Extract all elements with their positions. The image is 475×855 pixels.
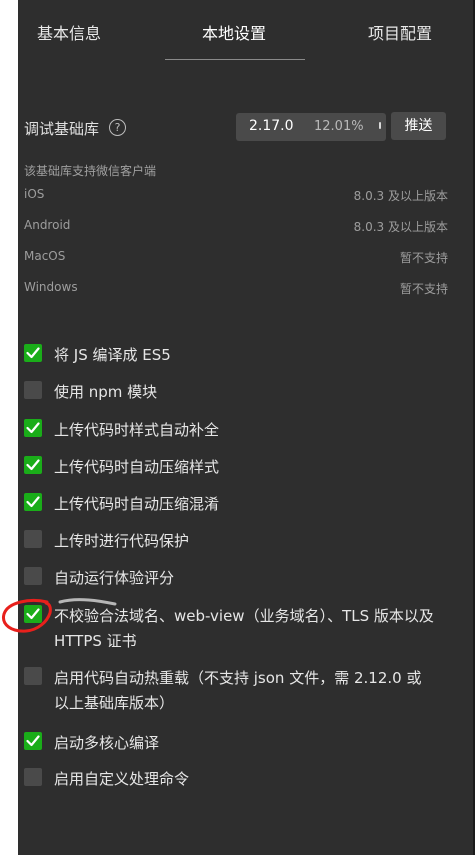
option-label: 上传时进行代码保护 — [54, 532, 190, 550]
option-label: 启用代码自动热重载（不支持 json 文件，需 2.12.0 或以上基础库版本） — [54, 669, 422, 712]
push-button[interactable]: 推送 — [391, 112, 446, 140]
checkbox[interactable] — [24, 768, 42, 786]
platform-version: 暂不支持 — [399, 282, 448, 296]
sdk-version-percent: 12.01% — [314, 119, 364, 134]
platform-row-ios: iOS 8.0.3 及以上版本 — [24, 187, 448, 207]
option-label: 上传代码时样式自动补全 — [54, 421, 220, 439]
checkbox[interactable] — [24, 732, 42, 750]
check-icon — [26, 347, 40, 359]
sdk-version-label: 调试基础库 — [24, 120, 100, 138]
checkbox[interactable] — [24, 667, 42, 685]
platform-name: Windows — [24, 280, 78, 294]
platform-version: 暂不支持 — [399, 251, 448, 265]
option-label: 上传代码时自动压缩混淆 — [54, 495, 220, 513]
dropdown-caret-icon — [379, 122, 381, 129]
checkbox[interactable] — [24, 493, 42, 511]
platform-version: 8.0.3 及以上版本 — [353, 220, 448, 234]
checkbox[interactable] — [24, 419, 42, 437]
check-icon — [26, 735, 40, 747]
checkbox[interactable] — [24, 530, 42, 548]
sdk-version-select[interactable]: 2.17.0 12.01% — [236, 113, 386, 141]
platform-name: iOS — [24, 187, 45, 201]
checkbox[interactable] — [24, 456, 42, 474]
platform-row-windows: Windows 暂不支持 — [24, 280, 448, 300]
sdk-version-value: 2.17.0 — [249, 118, 294, 134]
option-label: 上传代码时自动压缩样式 — [54, 458, 220, 476]
platform-row-macos: MacOS 暂不支持 — [24, 249, 448, 269]
option-label: 使用 npm 模块 — [54, 383, 158, 401]
option-label: 启动多核心编译 — [54, 734, 160, 752]
platform-version: 8.0.3 及以上版本 — [353, 189, 448, 203]
red-circle-annotation — [2, 598, 117, 633]
checkbox[interactable] — [24, 381, 42, 399]
platform-row-android: Android 8.0.3 及以上版本 — [24, 218, 448, 238]
option-label: 将 JS 编译成 ES5 — [54, 346, 171, 364]
tab-basic-info[interactable]: 基本信息 — [37, 20, 101, 44]
check-icon — [26, 496, 40, 508]
tab-local-settings[interactable]: 本地设置 — [202, 20, 266, 44]
question-circle-icon[interactable]: ? — [109, 119, 126, 136]
platform-name: Android — [24, 218, 71, 232]
option-label: 自动运行体验评分 — [54, 569, 175, 587]
check-icon — [26, 422, 40, 434]
check-icon — [26, 459, 40, 471]
settings-tabs: 基本信息 本地设置 项目配置 — [18, 0, 473, 60]
platform-name: MacOS — [24, 249, 66, 263]
tab-project-config[interactable]: 项目配置 — [368, 20, 432, 44]
support-note: 该基础库支持微信客户端 — [24, 164, 157, 178]
active-tab-indicator — [165, 59, 305, 60]
local-settings-panel: 基本信息 本地设置 项目配置 调试基础库 ? 2.17.0 12.01% 推送 … — [18, 0, 475, 855]
checkbox[interactable] — [24, 344, 42, 362]
checkbox[interactable] — [24, 567, 42, 585]
option-label: 启用自定义处理命令 — [54, 770, 190, 788]
